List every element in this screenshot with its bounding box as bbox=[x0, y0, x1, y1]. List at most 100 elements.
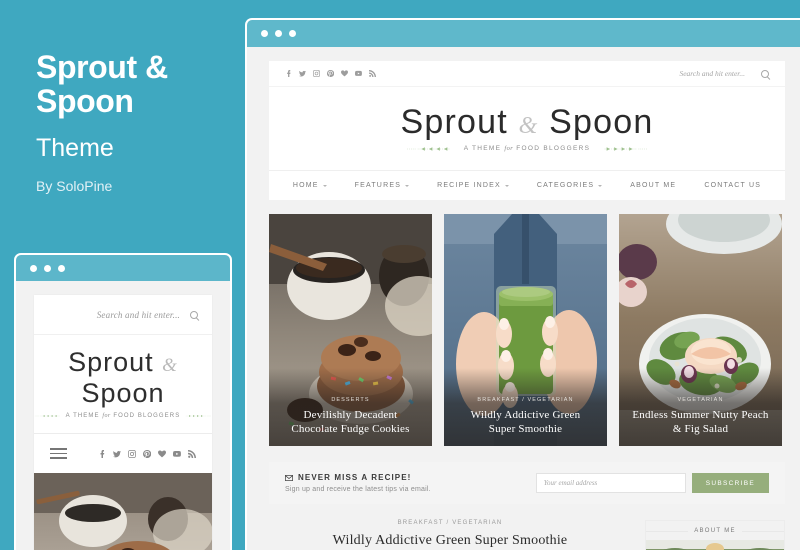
instagram-icon[interactable] bbox=[128, 449, 136, 458]
mobile-search-input[interactable]: Search and hit enter... bbox=[97, 310, 180, 320]
logo-word-left: Sprout bbox=[68, 347, 154, 377]
hamburger-menu-icon[interactable] bbox=[50, 445, 67, 462]
bloglovin-heart-icon[interactable] bbox=[341, 70, 348, 77]
instagram-icon[interactable] bbox=[313, 70, 320, 77]
promo-subtitle: Theme bbox=[36, 134, 114, 162]
content-area: BREAKFAST / VEGETARIAN Wildly Addictive … bbox=[269, 504, 785, 550]
mobile-window-titlebar bbox=[16, 255, 230, 281]
desktop-window-titlebar bbox=[247, 20, 800, 47]
site-topbar: Search and hit enter... bbox=[269, 61, 785, 87]
nav-item-contact-us[interactable]: CONTACT US bbox=[704, 182, 761, 189]
nav-label: RECIPE INDEX bbox=[437, 182, 501, 189]
site-tagline: A THEME for FOOD BLOGGERS bbox=[269, 145, 785, 170]
window-dot-maximize[interactable] bbox=[289, 30, 296, 37]
promo-title: Sprout & Spoon bbox=[36, 50, 236, 118]
mobile-site-card: Search and hit enter... Sprout & Spoon A… bbox=[34, 295, 212, 550]
nav-label: HOME bbox=[292, 182, 319, 189]
promo-title-line2: Spoon bbox=[36, 83, 134, 119]
rss-icon[interactable] bbox=[369, 70, 376, 77]
newsletter-form: Your email address SUBSCRIBE bbox=[535, 473, 769, 493]
card-title[interactable]: Wildly Addictive Green Super Smoothie bbox=[444, 408, 607, 436]
featured-card-salad[interactable]: VEGETARIAN Endless Summer Nutty Peach & … bbox=[619, 214, 782, 446]
logo-word-left: Sprout bbox=[400, 103, 508, 141]
card-category[interactable]: BREAKFAST / VEGETARIAN bbox=[477, 397, 573, 403]
mobile-tagline: A THEME for FOOD BLOGGERS bbox=[34, 413, 212, 433]
subscribe-button[interactable]: SUBSCRIBE bbox=[691, 473, 769, 493]
header-social-links bbox=[285, 70, 376, 77]
nav-label: CONTACT US bbox=[704, 182, 762, 189]
logo-word-right: Spoon bbox=[549, 103, 654, 141]
about-me-title: ABOUT ME bbox=[694, 528, 736, 534]
card-title[interactable]: Endless Summer Nutty Peach & Fig Salad bbox=[619, 408, 782, 436]
latest-post: BREAKFAST / VEGETARIAN Wildly Addictive … bbox=[269, 520, 631, 550]
window-dot-close[interactable] bbox=[261, 30, 268, 37]
nav-label: ABOUT ME bbox=[630, 182, 677, 189]
window-dot-maximize[interactable] bbox=[58, 264, 65, 272]
search-icon[interactable] bbox=[190, 310, 198, 319]
youtube-icon[interactable] bbox=[355, 70, 362, 77]
nav-label: CATEGORIES bbox=[536, 182, 595, 189]
newsletter-copy: NEVER MISS A RECIPE! Sign up and receive… bbox=[285, 473, 431, 493]
card-overlay: DESSERTS Devilishly Decadent Chocolate F… bbox=[269, 368, 432, 446]
card-category[interactable]: DESSERTS bbox=[331, 397, 369, 403]
window-dot-minimize[interactable] bbox=[275, 30, 282, 37]
window-dot-close[interactable] bbox=[30, 264, 37, 272]
newsletter-signup: NEVER MISS A RECIPE! Sign up and receive… bbox=[269, 462, 785, 504]
promo-title-line1: Sprout & bbox=[36, 49, 168, 85]
search-input[interactable]: Search and hit enter... bbox=[679, 69, 745, 78]
divider-line bbox=[741, 530, 785, 532]
bloglovin-heart-icon[interactable] bbox=[158, 449, 166, 458]
window-dot-minimize[interactable] bbox=[44, 264, 51, 272]
mobile-featured-photo[interactable] bbox=[34, 473, 212, 550]
card-overlay: VEGETARIAN Endless Summer Nutty Peach & … bbox=[619, 368, 782, 446]
desktop-viewport: Search and hit enter... Sprout & Spoon A… bbox=[247, 47, 800, 550]
vine-flourish-right-icon bbox=[604, 146, 647, 151]
nav-label: FEATURES bbox=[354, 182, 402, 189]
divider-line bbox=[646, 530, 689, 532]
desktop-preview-window: Search and hit enter... Sprout & Spoon A… bbox=[245, 18, 800, 550]
facebook-icon[interactable] bbox=[285, 70, 292, 77]
twitter-icon[interactable] bbox=[299, 70, 306, 77]
pinterest-icon[interactable] bbox=[143, 449, 151, 458]
nav-item-about-me[interactable]: ABOUT ME bbox=[630, 182, 676, 189]
nav-item-categories[interactable]: CATEGORIES bbox=[536, 182, 603, 189]
header-search[interactable]: Search and hit enter... bbox=[679, 69, 769, 78]
main-navigation: HOME FEATURES RECIPE INDEX CATEGORIES AB… bbox=[269, 170, 785, 200]
featured-card-smoothie[interactable]: BREAKFAST / VEGETARIAN Wildly Addictive … bbox=[444, 214, 607, 446]
rss-icon[interactable] bbox=[188, 449, 196, 458]
mobile-site-logo[interactable]: Sprout & Spoon bbox=[34, 335, 212, 413]
mobile-social-links bbox=[98, 449, 196, 458]
promo-byline: By SoloPine bbox=[36, 178, 113, 194]
featured-card-cookies[interactable]: DESSERTS Devilishly Decadent Chocolate F… bbox=[269, 214, 432, 446]
mobile-search-bar[interactable]: Search and hit enter... bbox=[34, 295, 212, 335]
logo-ampersand: & bbox=[518, 113, 539, 139]
vine-flourish-left-icon bbox=[407, 146, 450, 151]
twitter-icon[interactable] bbox=[113, 450, 121, 458]
tagline-text: A THEME for FOOD BLOGGERS bbox=[65, 413, 181, 419]
about-me-widget-header: ABOUT ME bbox=[646, 521, 785, 540]
chevron-down-icon bbox=[405, 184, 410, 187]
nav-item-recipe-index[interactable]: RECIPE INDEX bbox=[437, 182, 509, 189]
newsletter-subheading: Sign up and receive the latest tips via … bbox=[285, 486, 431, 493]
youtube-icon[interactable] bbox=[173, 450, 181, 458]
nav-item-home[interactable]: HOME bbox=[293, 182, 327, 189]
card-overlay: BREAKFAST / VEGETARIAN Wildly Addictive … bbox=[444, 368, 607, 446]
email-field[interactable]: Your email address bbox=[535, 473, 686, 493]
post-category[interactable]: BREAKFAST / VEGETARIAN bbox=[269, 520, 631, 526]
post-title[interactable]: Wildly Addictive Green Super Smoothie bbox=[269, 533, 631, 549]
logo-word-right: Spoon bbox=[81, 378, 165, 408]
mobile-preview-window: Search and hit enter... Sprout & Spoon A… bbox=[14, 253, 232, 550]
newsletter-heading: NEVER MISS A RECIPE! bbox=[285, 473, 431, 482]
tagline-text: A THEME for FOOD BLOGGERS bbox=[463, 145, 591, 152]
pinterest-icon[interactable] bbox=[327, 70, 334, 77]
about-me-portrait bbox=[646, 540, 784, 550]
envelope-icon bbox=[285, 474, 293, 481]
facebook-icon[interactable] bbox=[98, 449, 106, 458]
nav-item-features[interactable]: FEATURES bbox=[354, 182, 410, 189]
site-logo[interactable]: Sprout & Spoon bbox=[269, 87, 785, 145]
card-title[interactable]: Devilishly Decadent Chocolate Fudge Cook… bbox=[269, 408, 432, 436]
search-icon[interactable] bbox=[761, 69, 769, 78]
chevron-down-icon bbox=[504, 184, 509, 187]
card-category[interactable]: VEGETARIAN bbox=[677, 397, 723, 403]
vine-flourish-right-icon bbox=[186, 415, 212, 417]
